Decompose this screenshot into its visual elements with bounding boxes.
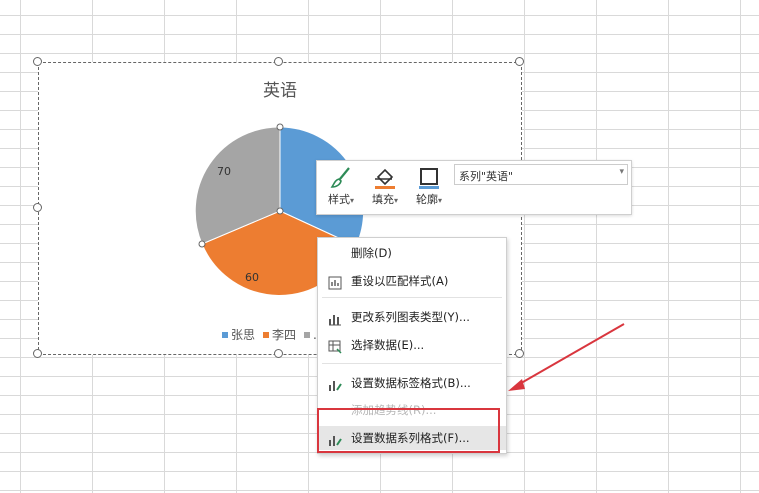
legend-label: 张思	[231, 328, 256, 342]
menu-item-change-chart-type[interactable]: 更改系列图表类型(Y)...	[318, 305, 506, 329]
resize-handle-top-right[interactable]	[515, 57, 524, 66]
chart-type-icon	[328, 310, 342, 326]
format-label-icon	[328, 376, 342, 391]
slice-handle[interactable]	[198, 240, 206, 248]
legend-swatch	[263, 331, 270, 338]
series-select-value: 系列"英语"	[459, 170, 514, 183]
outline-icon	[409, 165, 449, 191]
legend-item: 李四	[263, 326, 296, 343]
resize-handle-bottom-right[interactable]	[515, 349, 524, 358]
select-data-icon	[328, 338, 342, 354]
menu-separator	[322, 363, 502, 364]
legend-swatch	[304, 331, 311, 338]
data-label-60: 60	[245, 271, 259, 284]
resize-handle-bottom-left[interactable]	[33, 349, 42, 358]
chart-legend[interactable]: 张思 李四 ...	[222, 326, 324, 343]
outline-label: 轮廓	[415, 193, 438, 206]
menu-item-reset-style[interactable]: 重设以匹配样式(A)	[318, 269, 506, 293]
style-button[interactable]: 样式▾	[321, 165, 361, 211]
legend-label: 李四	[272, 328, 297, 342]
style-label: 样式	[327, 193, 350, 206]
menu-separator	[322, 297, 502, 298]
legend-swatch	[222, 331, 228, 338]
resize-handle-top-left[interactable]	[33, 57, 42, 66]
fill-button[interactable]: 填充▾	[365, 165, 405, 211]
fill-bucket-icon	[365, 165, 405, 191]
resize-handle-left[interactable]	[33, 203, 42, 212]
outline-button[interactable]: 轮廓▾	[409, 165, 449, 211]
data-label-70: 70	[217, 165, 231, 178]
menu-item-select-data[interactable]: 选择数据(E)...	[318, 333, 506, 357]
slice-handle[interactable]	[276, 207, 284, 215]
resize-handle-bottom[interactable]	[274, 349, 283, 358]
menu-item-format-data-labels[interactable]: 设置数据标签格式(B)...	[318, 371, 506, 395]
series-select[interactable]: 系列"英语" ▾	[454, 164, 628, 185]
annotation-highlight-box	[317, 408, 500, 453]
menu-item-delete[interactable]: 删除(D)	[318, 241, 506, 265]
resize-handle-top[interactable]	[274, 57, 283, 66]
slice-handle[interactable]	[276, 123, 284, 131]
chart-mini-toolbar: 样式▾ 填充▾ 轮廓▾ 系列"英语" ▾	[316, 160, 632, 215]
reset-style-icon	[328, 274, 342, 290]
brush-icon	[321, 165, 361, 191]
chevron-down-icon: ▾	[619, 167, 624, 177]
fill-label: 填充	[371, 193, 394, 206]
legend-item: 张思	[222, 326, 255, 343]
